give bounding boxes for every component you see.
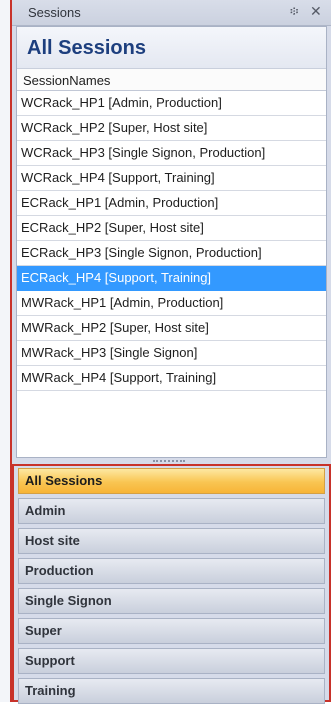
nav-button-super[interactable]: Super bbox=[18, 618, 325, 644]
session-list: WCRack_HP1 [Admin, Production] WCRack_HP2… bbox=[17, 91, 326, 391]
session-row[interactable]: MWRack_HP4 [Support, Training] bbox=[17, 366, 326, 391]
view-heading-text: All Sessions bbox=[27, 37, 146, 59]
nav-button-all-sessions[interactable]: All Sessions bbox=[18, 468, 325, 494]
session-row[interactable]: ECRack_HP3 [Single Signon, Production] bbox=[17, 241, 326, 266]
session-row[interactable]: ECRack_HP1 [Admin, Production] bbox=[17, 191, 326, 216]
column-header-label: SessionNames bbox=[23, 73, 111, 88]
session-row[interactable]: WCRack_HP4 [Support, Training] bbox=[17, 166, 326, 191]
session-row[interactable]: WCRack_HP3 [Single Signon, Production] bbox=[17, 141, 326, 166]
session-row[interactable]: WCRack_HP1 [Admin, Production] bbox=[17, 91, 326, 116]
category-nav-pane: All Sessions Admin Host site Production Sing… bbox=[12, 464, 331, 704]
pin-icon[interactable]: ፨ bbox=[290, 4, 298, 19]
nav-button-support[interactable]: Support bbox=[18, 648, 325, 674]
nav-button-admin[interactable]: Admin bbox=[18, 498, 325, 524]
close-icon[interactable]: ✕ bbox=[310, 3, 322, 20]
session-row[interactable]: ECRack_HP2 [Super, Host site] bbox=[17, 216, 326, 241]
background-window-edge bbox=[0, 0, 12, 702]
nav-button-training[interactable]: Training bbox=[18, 678, 325, 704]
view-heading: All Sessions bbox=[17, 27, 326, 69]
session-row[interactable]: ECRack_HP4 [Support, Training] bbox=[17, 266, 326, 291]
panel-title: Sessions bbox=[28, 5, 81, 20]
session-row[interactable]: WCRack_HP2 [Super, Host site] bbox=[17, 116, 326, 141]
sessions-panel: Sessions ፨ ✕ All Sessions SessionNames W… bbox=[12, 0, 331, 704]
nav-button-host-site[interactable]: Host site bbox=[18, 528, 325, 554]
nav-button-single-signon[interactable]: Single Signon bbox=[18, 588, 325, 614]
sessions-content: All Sessions SessionNames WCRack_HP1 [Ad… bbox=[16, 26, 327, 458]
panel-titlebar: Sessions ፨ ✕ bbox=[12, 0, 331, 26]
session-row[interactable]: MWRack_HP1 [Admin, Production] bbox=[17, 291, 326, 316]
nav-button-production[interactable]: Production bbox=[18, 558, 325, 584]
session-row[interactable]: MWRack_HP3 [Single Signon] bbox=[17, 341, 326, 366]
session-row[interactable]: MWRack_HP2 [Super, Host site] bbox=[17, 316, 326, 341]
column-header[interactable]: SessionNames bbox=[17, 69, 326, 91]
